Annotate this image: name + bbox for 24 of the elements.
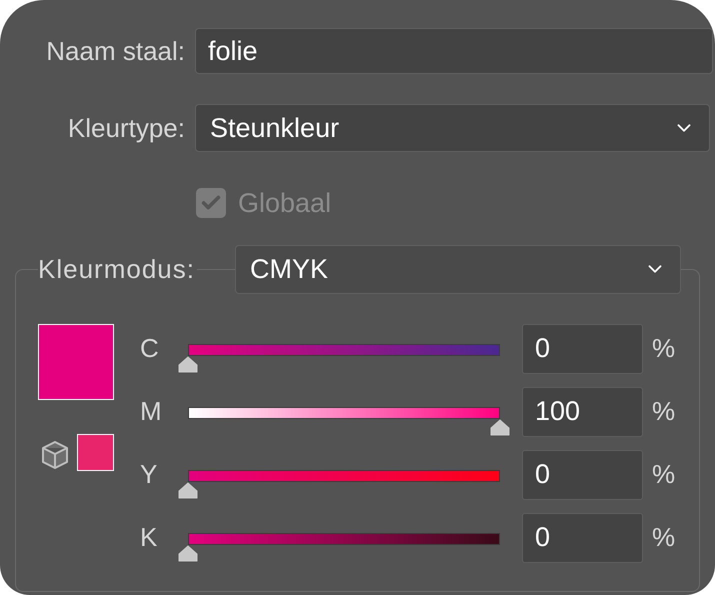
channel-letter: C xyxy=(140,332,160,365)
checkbox-label: Globaal xyxy=(238,187,332,220)
color-type-dropdown[interactable]: Steunkleur xyxy=(195,104,710,152)
gamut-swatch[interactable] xyxy=(77,434,114,470)
slider-thumb[interactable] xyxy=(178,356,198,372)
value-input-field[interactable]: 0 xyxy=(522,324,643,374)
name-input-field[interactable]: folie xyxy=(195,28,713,74)
percent-unit: % xyxy=(652,521,676,554)
value-input-field[interactable]: 0 xyxy=(522,512,643,562)
channel-letter: Y xyxy=(140,458,158,491)
cube-icon xyxy=(41,440,69,470)
value-input-field[interactable]: 0 xyxy=(522,450,643,500)
value-input-field[interactable]: 100 xyxy=(522,386,643,436)
percent-unit: % xyxy=(652,458,676,491)
field-label: Naam staal: xyxy=(45,34,185,68)
field-label: Kleurtype: xyxy=(66,112,185,144)
slider-thumb[interactable] xyxy=(490,418,510,436)
slider-thumb[interactable] xyxy=(178,482,198,498)
percent-unit: % xyxy=(652,332,676,365)
percent-unit: % xyxy=(652,395,676,428)
slider-thumb[interactable] xyxy=(178,544,198,562)
channel-letter: M xyxy=(140,395,163,428)
channel-letter: K xyxy=(140,521,158,554)
color-mode-dropdown[interactable]: CMYK xyxy=(234,244,681,294)
